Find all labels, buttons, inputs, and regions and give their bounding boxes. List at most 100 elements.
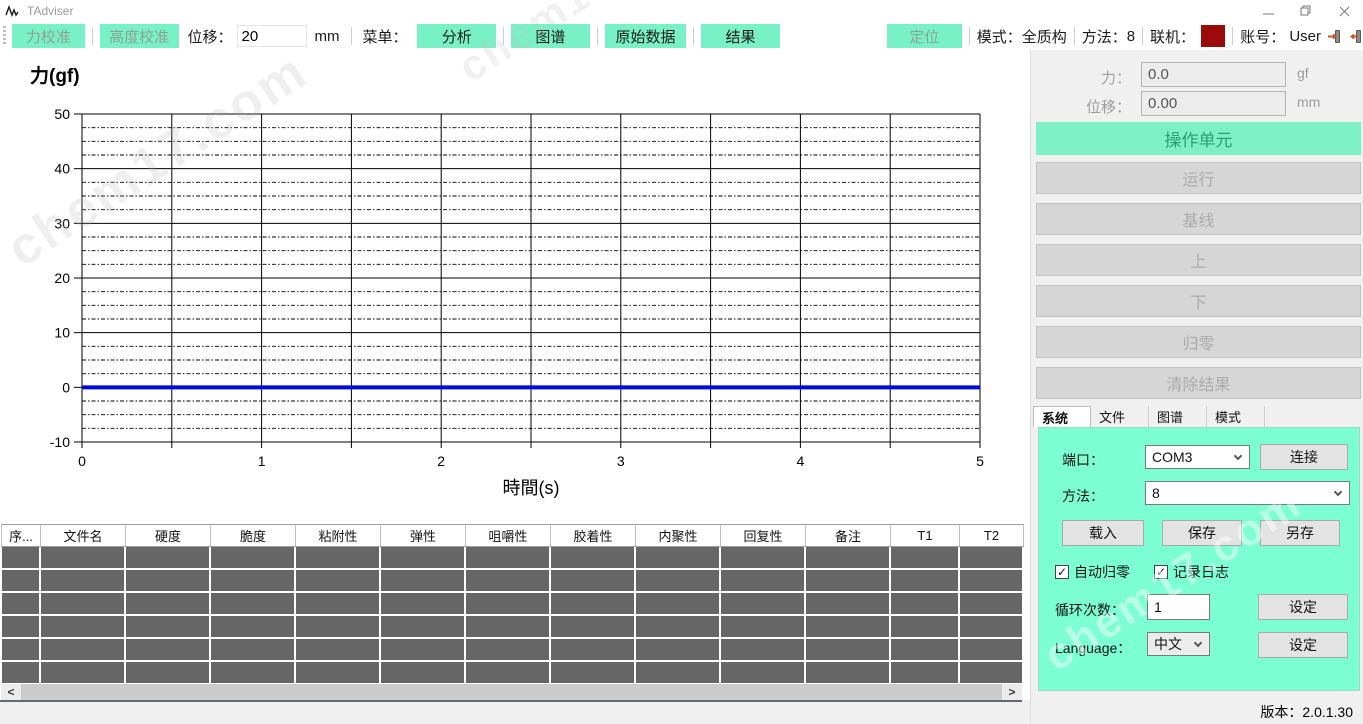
baseline-button[interactable]: 基线 <box>1036 203 1361 235</box>
column-header[interactable]: 回复性 <box>721 525 806 546</box>
menu-label: 菜单： <box>362 26 407 47</box>
language-label: Language： <box>1055 638 1131 658</box>
table-cell <box>721 593 806 616</box>
save-as-button[interactable]: 另存 <box>1260 520 1340 546</box>
close-icon[interactable] <box>1325 0 1363 22</box>
up-button[interactable]: 上 <box>1036 244 1361 276</box>
table-cell <box>960 639 1024 662</box>
table-cell <box>211 570 296 593</box>
auto-zero-checkbox[interactable]: ✓ 自动归零 <box>1055 562 1130 582</box>
cycles-input[interactable] <box>1147 594 1210 620</box>
language-set-button[interactable]: 设定 <box>1258 632 1348 658</box>
table-cell <box>636 570 721 593</box>
toolbar-gripper[interactable] <box>3 26 6 46</box>
language-select[interactable]: 中文 <box>1147 632 1210 656</box>
table-cell <box>551 662 636 685</box>
scrollbar-thumb[interactable] <box>21 684 1002 700</box>
toolbar: 力校准 高度校准 位移： mm 菜单： 分析 图谱 原始数据 结果 定位 模式：… <box>0 22 1363 50</box>
table-cell <box>126 616 211 639</box>
app-logo-icon <box>5 4 21 18</box>
horizontal-scrollbar[interactable]: < > <box>1 684 1022 700</box>
table-cell <box>381 616 466 639</box>
tab-mode[interactable]: 模式 <box>1207 406 1265 427</box>
column-header[interactable]: 内聚性 <box>636 525 721 546</box>
table-cell <box>41 547 126 570</box>
column-header[interactable]: 序... <box>1 525 41 546</box>
minimize-icon[interactable] <box>1249 0 1287 22</box>
column-header[interactable]: 咀嚼性 <box>466 525 551 546</box>
cycles-label: 循环次数： <box>1055 600 1125 620</box>
table-cell <box>381 547 466 570</box>
login-icon[interactable] <box>1327 29 1342 44</box>
table-cell <box>211 616 296 639</box>
column-header[interactable]: 脆度 <box>211 525 296 546</box>
table-row[interactable] <box>1 639 1024 662</box>
table-cell <box>636 639 721 662</box>
column-header[interactable]: 粘附性 <box>296 525 381 546</box>
method-select[interactable]: 8 <box>1145 481 1350 505</box>
cycles-set-button[interactable]: 设定 <box>1258 594 1348 620</box>
tab-graph[interactable]: 图谱 <box>1149 406 1207 427</box>
raw-data-button[interactable]: 原始数据 <box>605 24 687 48</box>
height-calibration-button[interactable]: 高度校准 <box>100 24 179 48</box>
displacement-readout-field <box>1141 91 1286 116</box>
table-cell <box>126 547 211 570</box>
force-unit-label: gf <box>1297 65 1309 81</box>
restore-icon[interactable] <box>1287 0 1325 22</box>
table-cell <box>1 547 41 570</box>
svg-text:力(gf): 力(gf) <box>30 64 80 87</box>
system-settings-panel: 端口： COM3 连接 方法： 8 载入 保存 另存 ✓ 自动归零 ✓ 记录日志… <box>1038 427 1360 691</box>
operate-unit-button[interactable]: 操作单元 <box>1036 122 1361 155</box>
table-cell <box>466 593 551 616</box>
zero-button[interactable]: 归零 <box>1036 326 1361 358</box>
locate-button[interactable]: 定位 <box>887 24 962 48</box>
load-button[interactable]: 载入 <box>1062 520 1144 546</box>
table-cell <box>891 593 960 616</box>
run-button[interactable]: 运行 <box>1036 162 1361 194</box>
tab-system[interactable]: 系统 <box>1033 406 1091 427</box>
table-cell <box>960 662 1024 685</box>
table-cell <box>551 547 636 570</box>
table-cell <box>891 639 960 662</box>
log-checkbox[interactable]: ✓ 记录日志 <box>1154 562 1229 582</box>
chevron-down-icon <box>1334 488 1342 496</box>
table-cell <box>1 593 41 616</box>
graph-button[interactable]: 图谱 <box>511 24 590 48</box>
column-header[interactable]: T1 <box>891 525 960 546</box>
online-status-indicator <box>1201 25 1225 47</box>
column-header[interactable]: 胶着性 <box>551 525 636 546</box>
save-button[interactable]: 保存 <box>1162 520 1242 546</box>
force-calibration-button[interactable]: 力校准 <box>12 24 85 48</box>
table-row[interactable] <box>1 547 1024 570</box>
displacement-input[interactable] <box>237 25 307 47</box>
port-select[interactable]: COM3 <box>1145 445 1250 469</box>
column-header[interactable]: 硬度 <box>126 525 211 546</box>
table-cell <box>551 570 636 593</box>
column-header[interactable]: T2 <box>960 525 1024 546</box>
column-header[interactable]: 备注 <box>806 525 891 546</box>
table-row[interactable] <box>1 593 1024 616</box>
results-table-body <box>1 547 1024 685</box>
down-button[interactable]: 下 <box>1036 285 1361 317</box>
connect-button[interactable]: 连接 <box>1260 444 1348 470</box>
scroll-left-icon[interactable]: < <box>1 684 21 700</box>
table-row[interactable] <box>1 616 1024 639</box>
table-cell <box>126 593 211 616</box>
table-cell <box>211 547 296 570</box>
svg-text:40: 40 <box>54 161 70 177</box>
method-select-label: 方法： <box>1062 486 1104 506</box>
column-header[interactable]: 文件名 <box>41 525 126 546</box>
table-row[interactable] <box>1 570 1024 593</box>
tab-file[interactable]: 文件 <box>1091 406 1149 427</box>
clear-results-button[interactable]: 清除结果 <box>1036 367 1361 399</box>
table-cell <box>41 639 126 662</box>
displacement-readout-label: 位移： <box>1061 96 1131 117</box>
checkbox-check-icon: ✓ <box>1154 565 1168 579</box>
port-label: 端口： <box>1062 450 1104 470</box>
table-row[interactable] <box>1 662 1024 685</box>
logout-icon[interactable] <box>1348 29 1363 44</box>
column-header[interactable]: 弹性 <box>381 525 466 546</box>
analysis-button[interactable]: 分析 <box>417 24 496 48</box>
scroll-right-icon[interactable]: > <box>1002 684 1022 700</box>
result-button[interactable]: 结果 <box>701 24 780 48</box>
